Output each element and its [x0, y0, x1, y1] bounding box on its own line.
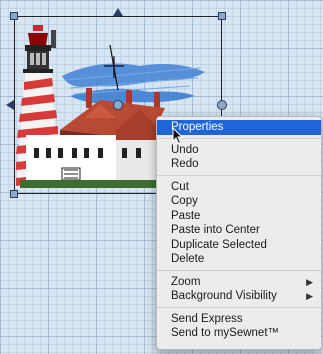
- menu-item-paste-into-center[interactable]: Paste into Center: [157, 223, 321, 238]
- menu-item-delete[interactable]: Delete: [157, 252, 321, 267]
- menu-item-cut[interactable]: Cut: [157, 180, 321, 195]
- menu-item-undo[interactable]: Undo: [157, 143, 321, 158]
- menu-item-properties[interactable]: Properties: [157, 120, 321, 135]
- menu-item-redo[interactable]: Redo: [157, 157, 321, 172]
- rotate-handle-center[interactable]: [113, 100, 123, 110]
- menu-separator: [157, 174, 321, 176]
- resize-handle-top-right[interactable]: [218, 12, 226, 20]
- menu-item-copy[interactable]: Copy: [157, 194, 321, 209]
- menu-separator: [157, 306, 321, 308]
- menu-item-send-to-mysewnet[interactable]: Send to mySewnet™: [157, 326, 321, 341]
- sky-stitches: [62, 63, 205, 104]
- embroidery-canvas[interactable]: Properties Undo Redo Cut Copy Paste Past…: [0, 0, 323, 354]
- context-menu: Properties Undo Redo Cut Copy Paste Past…: [156, 116, 322, 350]
- menu-item-paste[interactable]: Paste: [157, 209, 321, 224]
- submenu-arrow-icon: ▶: [306, 276, 313, 287]
- menu-item-send-express[interactable]: Send Express: [157, 312, 321, 327]
- move-up-arrow-icon[interactable]: [113, 8, 123, 16]
- resize-handle-bottom-left[interactable]: [10, 190, 18, 198]
- menu-item-background-visibility[interactable]: Background Visibility ▶: [157, 289, 321, 304]
- menu-separator: [157, 269, 321, 271]
- scale-handle-right[interactable]: [217, 100, 227, 110]
- menu-item-duplicate-selected[interactable]: Duplicate Selected: [157, 238, 321, 253]
- submenu-arrow-icon: ▶: [306, 291, 313, 301]
- menu-item-zoom[interactable]: Zoom ▶: [157, 275, 321, 290]
- menu-separator: [157, 137, 321, 139]
- move-left-arrow-icon[interactable]: [6, 100, 14, 110]
- resize-handle-top-left[interactable]: [10, 12, 18, 20]
